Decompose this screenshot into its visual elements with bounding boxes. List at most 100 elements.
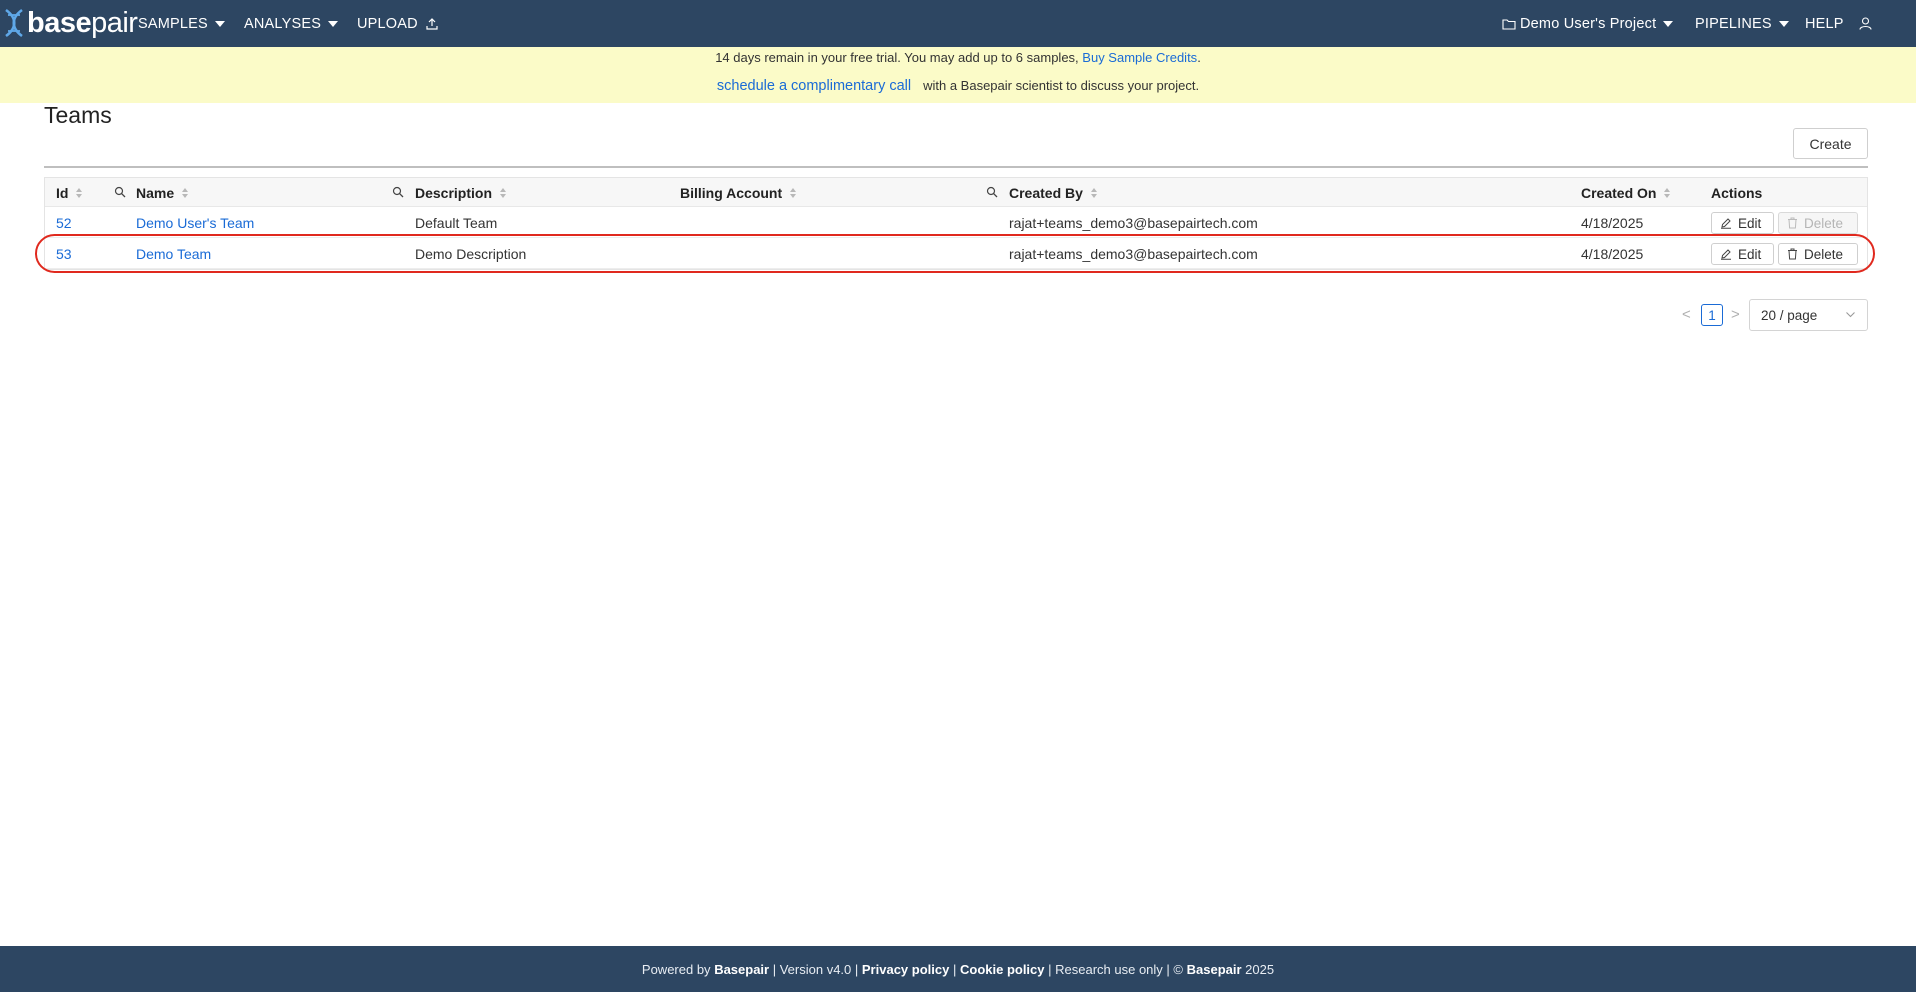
column-id-label: Id (56, 184, 69, 201)
user-menu[interactable] (1859, 0, 1872, 47)
sort-icon[interactable] (1664, 187, 1671, 198)
column-created-by-label: Created By (1009, 184, 1083, 201)
nav-pipelines-label: PIPELINES (1695, 15, 1772, 32)
column-header-name[interactable]: Name (136, 178, 189, 207)
caret-down-icon (214, 20, 225, 27)
column-billing-label: Billing Account (680, 184, 783, 201)
buy-sample-credits-link[interactable]: Buy Sample Credits (1082, 50, 1197, 65)
sort-icon[interactable] (790, 187, 797, 198)
search-icon[interactable] (392, 186, 404, 198)
team-id-link[interactable]: 53 (56, 238, 72, 269)
nav-analyses[interactable]: ANALYSES (244, 0, 339, 47)
table-row: 53 Demo Team Demo Description rajat+team… (45, 238, 1867, 269)
team-name-link[interactable]: Demo User's Team (136, 207, 254, 238)
edit-button-label: Edit (1738, 246, 1762, 262)
trial-message-end: . (1197, 50, 1201, 65)
trash-icon (1788, 217, 1797, 229)
team-created-by: rajat+teams_demo3@basepairtech.com (1009, 214, 1258, 231)
nav-help[interactable]: HELP (1805, 0, 1844, 47)
project-selector[interactable]: Demo User's Project (1502, 0, 1674, 47)
team-created-on: 4/18/2025 (1581, 245, 1644, 262)
logo-text: basepair (27, 6, 138, 39)
edit-pencil-icon (1721, 249, 1731, 260)
trial-message: 14 days remain in your free trial. You m… (715, 50, 1079, 65)
nav-analyses-label: ANALYSES (244, 15, 322, 32)
sort-icon[interactable] (1090, 187, 1097, 198)
caret-down-icon (1778, 20, 1789, 27)
table-row: 52 Demo User's Team Default Team rajat+t… (45, 207, 1867, 238)
nav-upload[interactable]: UPLOAD (357, 0, 438, 47)
column-name-label: Name (136, 184, 175, 201)
column-header-created-by[interactable]: Created By (1009, 178, 1097, 207)
schedule-call-text: with a Basepair scientist to discuss you… (923, 78, 1200, 93)
footer-version: | Version v4.0 | (772, 961, 859, 977)
cookie-policy-link[interactable]: Cookie policy (960, 962, 1045, 977)
footer-powered-by: Powered by (641, 961, 711, 977)
footer: Powered by Basepair | Version v4.0 | Pri… (0, 946, 1916, 992)
nav-samples-label: SAMPLES (138, 15, 208, 32)
edit-button[interactable]: Edit (1711, 243, 1774, 265)
dna-logo-icon (5, 8, 23, 38)
search-icon[interactable] (114, 186, 126, 198)
project-selector-label: Demo User's Project (1520, 15, 1657, 32)
caret-down-icon (328, 20, 339, 27)
edit-pencil-icon (1721, 218, 1731, 229)
footer-separator: | (952, 961, 957, 977)
edit-button[interactable]: Edit (1711, 212, 1774, 234)
column-header-billing-account[interactable]: Billing Account (680, 178, 797, 207)
footer-brand-copyright: Basepair (1186, 961, 1242, 977)
create-button[interactable]: Create (1793, 128, 1868, 159)
teams-table: Id Name Description Billing Account Crea… (44, 177, 1868, 270)
sort-icon[interactable] (500, 187, 507, 198)
nav-pipelines[interactable]: PIPELINES (1695, 0, 1789, 47)
team-description: Demo Description (415, 245, 527, 262)
column-header-actions: Actions (1711, 178, 1762, 207)
page-size-select[interactable]: 20 / page (1749, 299, 1868, 331)
logo-text-base: base (27, 6, 92, 39)
user-icon (1859, 17, 1872, 30)
team-description: Default Team (415, 214, 498, 231)
chevron-down-icon (1846, 312, 1855, 318)
delete-button-label: Delete (1804, 246, 1844, 262)
privacy-policy-link[interactable]: Privacy policy (862, 962, 949, 977)
header-divider (44, 166, 1868, 168)
sort-icon[interactable] (182, 187, 189, 198)
column-header-created-on[interactable]: Created On (1581, 178, 1671, 207)
folder-icon (1502, 18, 1516, 30)
top-navbar: basepair SAMPLES ANALYSES UPLOAD Demo Us… (0, 0, 1916, 47)
page-size-value: 20 / page (1761, 307, 1818, 323)
column-header-id[interactable]: Id (56, 178, 83, 207)
logo-text-pair: pair (91, 6, 138, 39)
search-icon[interactable] (986, 186, 998, 198)
upload-icon (426, 17, 438, 30)
caret-down-icon (1663, 20, 1674, 27)
schedule-call-link[interactable]: schedule a complimentary call (717, 78, 911, 94)
column-description-label: Description (415, 184, 493, 201)
nav-upload-label: UPLOAD (357, 15, 418, 32)
trash-icon (1788, 248, 1797, 260)
trial-banner-line2: schedule a complimentary call with a Base… (0, 78, 1916, 94)
delete-button[interactable]: Delete (1778, 212, 1858, 234)
delete-button-label: Delete (1804, 215, 1844, 231)
pagination-page-1[interactable]: 1 (1701, 304, 1723, 326)
sort-icon[interactable] (76, 187, 83, 198)
table-header: Id Name Description Billing Account Crea… (45, 178, 1867, 207)
trial-banner: 14 days remain in your free trial. You m… (0, 47, 1916, 103)
team-created-on: 4/18/2025 (1581, 214, 1644, 231)
column-actions-label: Actions (1711, 184, 1763, 201)
pagination-next-button[interactable]: > (1731, 306, 1740, 323)
trial-banner-line1: 14 days remain in your free trial. You m… (0, 50, 1916, 65)
team-id-link[interactable]: 52 (56, 207, 72, 238)
basepair-logo[interactable]: basepair (3, 6, 138, 40)
column-header-description[interactable]: Description (415, 178, 507, 207)
pagination-prev-button[interactable]: < (1682, 306, 1691, 323)
delete-button[interactable]: Delete (1778, 243, 1858, 265)
footer-brand: Basepair (714, 961, 770, 977)
team-created-by: rajat+teams_demo3@basepairtech.com (1009, 245, 1258, 262)
team-name-link[interactable]: Demo Team (136, 238, 211, 269)
column-created-on-label: Created On (1581, 184, 1657, 201)
page-title: Teams (44, 102, 112, 128)
nav-samples[interactable]: SAMPLES (138, 0, 225, 47)
edit-button-label: Edit (1738, 215, 1762, 231)
nav-help-label: HELP (1805, 15, 1844, 32)
